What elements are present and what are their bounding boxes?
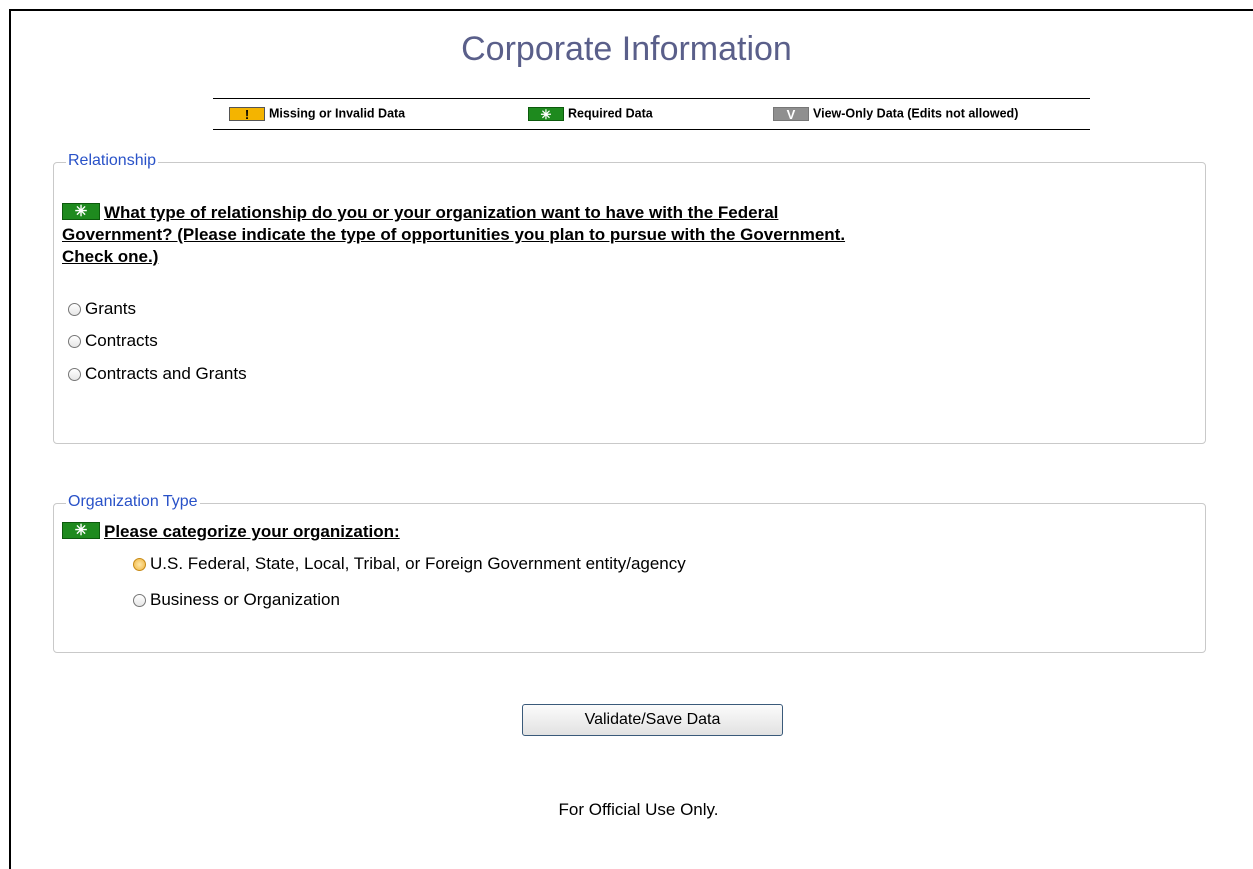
radio-button[interactable] bbox=[133, 557, 146, 571]
legend-missing: ! Missing or Invalid Data bbox=[229, 106, 405, 121]
relationship-question: ✳ What type of relationship do you or you… bbox=[62, 202, 845, 268]
legend-bar: ! Missing or Invalid Data ✳ Required Data … bbox=[213, 98, 1090, 130]
radio-label[interactable]: U.S. Federal, State, Local, Tribal, or F… bbox=[150, 554, 686, 574]
radio-button[interactable] bbox=[68, 367, 81, 381]
legend-required: ✳ Required Data bbox=[528, 106, 653, 121]
organization-type-question: ✳ Please categorize your organization: bbox=[62, 521, 400, 543]
radio-button[interactable] bbox=[133, 593, 146, 607]
relationship-question-line3: Check one.) bbox=[62, 247, 159, 266]
radio-government-entity[interactable]: U.S. Federal, State, Local, Tribal, or F… bbox=[133, 554, 686, 574]
radio-label[interactable]: Contracts and Grants bbox=[85, 364, 247, 384]
legend-missing-label: Missing or Invalid Data bbox=[269, 106, 406, 121]
required-asterisk-icon: ✳ bbox=[62, 203, 100, 220]
radio-button[interactable] bbox=[68, 302, 81, 316]
relationship-question-line2: Government? (Please indicate the type of… bbox=[62, 225, 846, 244]
asterisk-icon: ✳ bbox=[528, 106, 564, 121]
legend-required-label: Required Data bbox=[568, 106, 653, 121]
page-title: Corporate Information bbox=[461, 30, 792, 68]
footer-text: For Official Use Only. bbox=[558, 800, 719, 819]
radio-label[interactable]: Contracts bbox=[85, 331, 158, 351]
validate-save-button[interactable]: Validate/Save Data bbox=[522, 704, 783, 736]
required-asterisk-icon: ✳ bbox=[62, 522, 100, 539]
radio-label[interactable]: Grants bbox=[85, 299, 136, 319]
radio-label[interactable]: Business or Organization bbox=[150, 590, 340, 610]
organization-type-legend: Organization Type bbox=[66, 493, 200, 511]
radio-business-or-organization[interactable]: Business or Organization bbox=[133, 590, 340, 610]
radio-contracts-and-grants[interactable]: Contracts and Grants bbox=[68, 364, 247, 384]
legend-view-only: V View-Only Data (Edits not allowed) bbox=[773, 106, 1018, 121]
radio-button[interactable] bbox=[68, 334, 81, 348]
warning-icon: ! bbox=[229, 106, 265, 121]
relationship-legend: Relationship bbox=[66, 152, 159, 170]
view-only-icon: V bbox=[773, 106, 809, 121]
radio-contracts[interactable]: Contracts bbox=[68, 331, 158, 351]
organization-type-question-text: Please categorize your organization: bbox=[104, 522, 400, 541]
radio-grants[interactable]: Grants bbox=[68, 299, 136, 319]
legend-view-only-label: View-Only Data (Edits not allowed) bbox=[813, 106, 1019, 121]
relationship-question-line1: What type of relationship do you or your… bbox=[104, 203, 779, 222]
